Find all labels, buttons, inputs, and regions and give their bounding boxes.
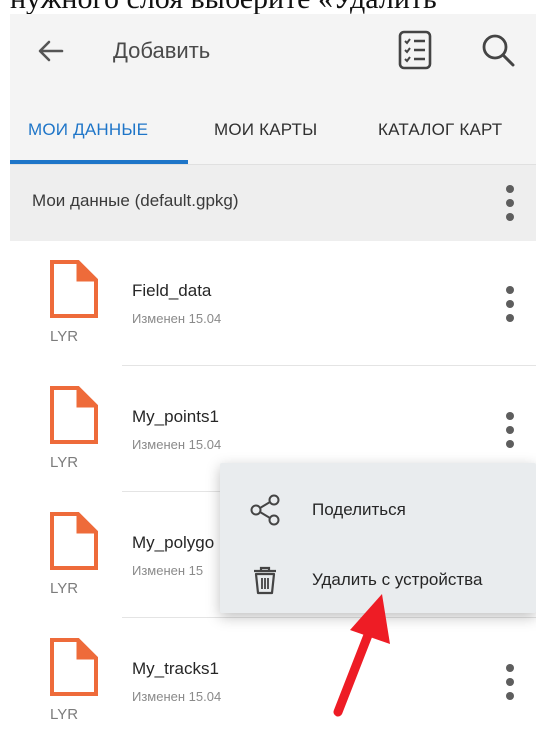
more-options-icon[interactable]: [506, 412, 514, 448]
list-item[interactable]: LYR Field_data Изменен 15.04: [10, 240, 536, 366]
file-type-label: LYR: [50, 706, 79, 723]
file-name: My_polygo: [132, 533, 215, 552]
document-caption: нужного слоя выберите «Удалить: [0, 0, 536, 14]
data-source-title: Мои данные (default.gpkg): [32, 191, 239, 210]
checklist-icon[interactable]: [398, 30, 432, 70]
file-type-label: LYR: [50, 328, 79, 345]
search-icon[interactable]: [480, 32, 516, 68]
more-options-icon[interactable]: [506, 286, 514, 322]
app-bar: Добавить: [10, 14, 536, 104]
file-type-label: LYR: [50, 580, 79, 597]
annotation-arrow-icon: [333, 594, 390, 717]
file-modified: Изменен 15: [132, 563, 204, 578]
tab-map-catalog[interactable]: КАТАЛОГ КАРТ: [378, 104, 502, 164]
more-options-icon[interactable]: [506, 185, 514, 221]
tab-my-maps[interactable]: МОИ КАРТЫ: [214, 104, 317, 164]
tab-my-data[interactable]: МОИ ДАННЫЕ: [28, 104, 148, 164]
file-modified: Изменен 15.04: [132, 437, 222, 452]
share-menu-item[interactable]: Поделиться: [220, 475, 536, 545]
page-title: Добавить: [113, 38, 211, 63]
file-type-label: LYR: [50, 454, 79, 471]
back-arrow-icon[interactable]: [36, 36, 66, 66]
file-name: My_points1: [132, 407, 219, 426]
trash-icon: [254, 566, 276, 595]
file-modified: Изменен 15.04: [132, 311, 222, 326]
data-source-header: Мои данные (default.gpkg): [10, 164, 536, 241]
file-name: Field_data: [132, 281, 212, 300]
more-options-icon[interactable]: [506, 664, 514, 700]
file-modified: Изменен 15.04: [132, 689, 222, 704]
share-icon: [250, 494, 280, 526]
share-label: Поделиться: [312, 500, 406, 519]
list-item[interactable]: LYR My_tracks1 Изменен 15.04: [10, 618, 536, 744]
file-name: My_tracks1: [132, 659, 219, 678]
tab-bar: МОИ ДАННЫЕ МОИ КАРТЫ КАТАЛОГ КАРТ: [10, 104, 536, 164]
